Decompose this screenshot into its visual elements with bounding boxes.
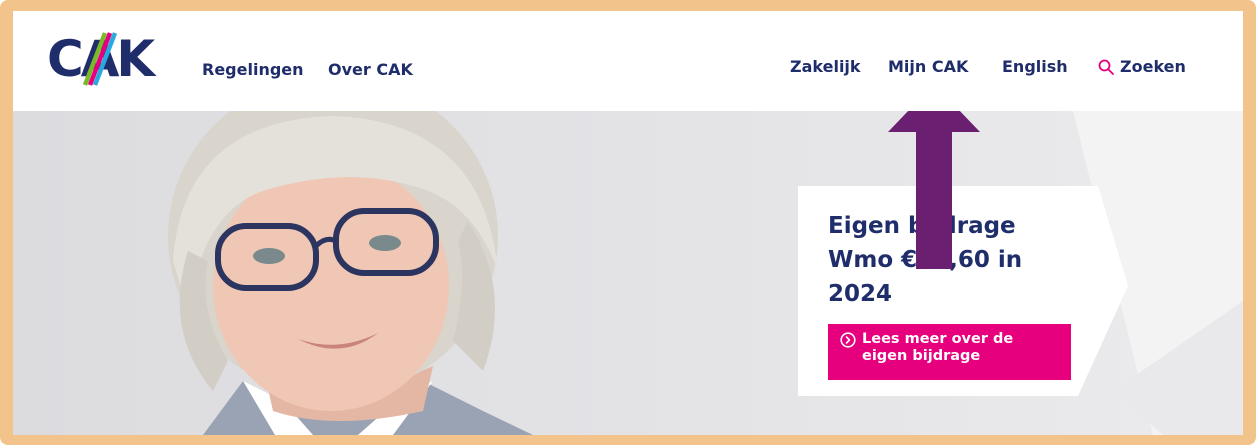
nav-mijn-cak[interactable]: Mijn CAK — [888, 57, 968, 76]
read-more-label: Lees meer over de eigen bijdrage — [862, 331, 1014, 364]
search-button[interactable]: Zoeken — [1098, 57, 1186, 76]
read-more-button[interactable]: Lees meer over de eigen bijdrage — [828, 324, 1071, 380]
nav-english[interactable]: English — [1002, 57, 1068, 76]
cak-logo[interactable]: CAK — [47, 27, 167, 87]
nav-over-cak[interactable]: Over CAK — [328, 60, 413, 79]
hero-banner: Eigen bijdrage Wmo €20,60 in 2024 Lees m… — [13, 111, 1243, 435]
up-arrow-icon — [888, 111, 980, 269]
nav-zakelijk[interactable]: Zakelijk — [790, 57, 861, 76]
chevron-circle-right-icon — [840, 332, 856, 348]
search-label: Zoeken — [1120, 57, 1186, 76]
search-icon — [1098, 59, 1114, 75]
page: CAK Regelingen Over CAK Zakelijk Mijn CA… — [13, 11, 1243, 435]
screenshot-frame: CAK Regelingen Over CAK Zakelijk Mijn CA… — [0, 0, 1256, 445]
site-header: CAK Regelingen Over CAK Zakelijk Mijn CA… — [13, 11, 1243, 111]
nav-regelingen[interactable]: Regelingen — [202, 60, 304, 79]
woman-portrait — [168, 111, 533, 435]
